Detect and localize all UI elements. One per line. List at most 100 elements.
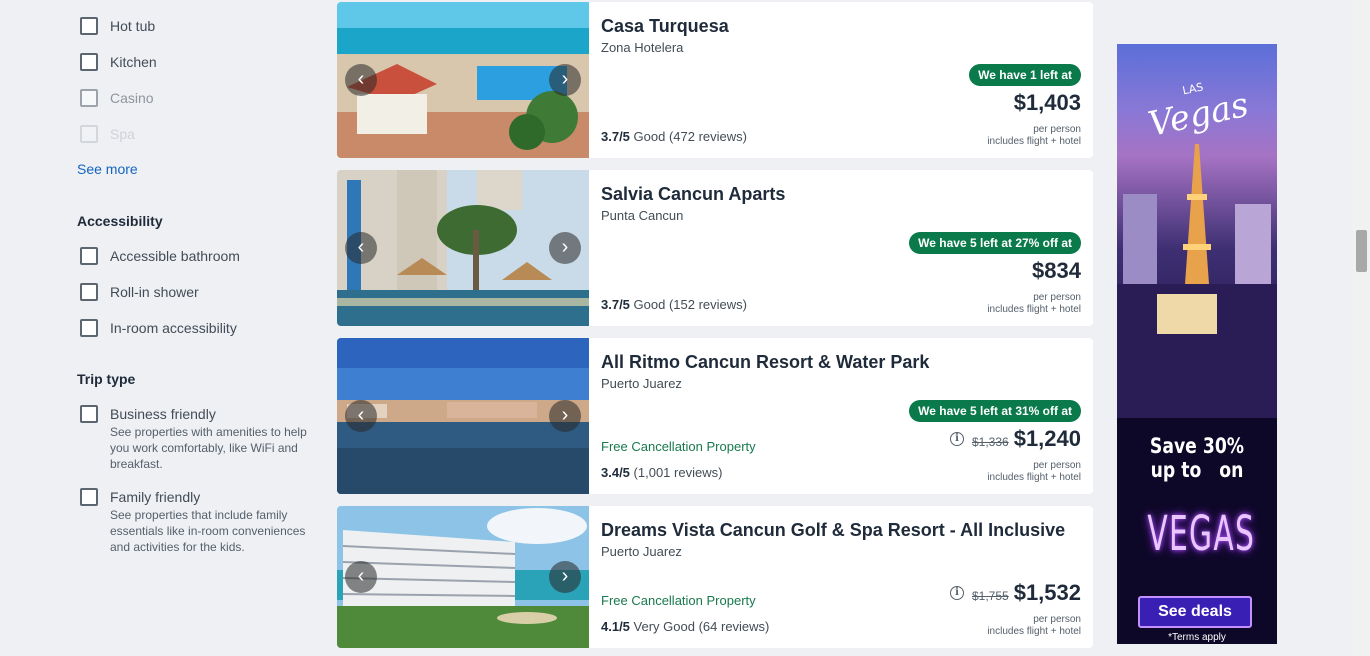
hotel-rating: 3.7/5 Good (472 reviews) [601,129,747,144]
previous-photo-button[interactable]: ‹ [345,64,377,96]
filter-casino[interactable]: Casino [80,89,154,107]
hotel-card[interactable]: ‹ › Casa Turquesa Zona Hotelera 3.7/5 Go… [337,2,1093,158]
rating-score: 3.7/5 [601,129,630,144]
checkbox[interactable] [80,125,98,143]
chevron-right-icon: › [561,565,569,587]
per-person-text: per person [1033,460,1081,471]
filter-label: Accessible bathroom [110,248,240,264]
price-line: $834 [1032,258,1081,284]
checkbox[interactable] [80,319,98,337]
price: $1,532 [1013,580,1081,605]
chevron-left-icon: ‹ [357,236,365,258]
filter-label: Roll-in shower [110,284,199,300]
ad-save-line2: up to on [1150,458,1244,482]
hotel-card[interactable]: ‹ › All Ritmo Cancun Resort & Water Park… [337,338,1093,494]
checkbox[interactable] [80,17,98,35]
price-note: per person includes flight + hotel [987,124,1081,148]
per-person-text: per person [1033,292,1081,303]
chevron-right-icon: › [561,404,569,426]
previous-photo-button[interactable]: ‹ [345,400,377,432]
vegas-ad-banner[interactable]: LAS Vegas Save 30% up to on VEGAS See de… [1117,44,1277,644]
hotel-photo[interactable]: ‹ › [337,170,589,326]
next-photo-button[interactable]: › [549,64,581,96]
price-line: i $1,336 $1,240 [950,426,1081,452]
hotel-rating: 3.4/5 (1,001 reviews) [601,465,722,480]
checkbox[interactable] [80,283,98,301]
price: $834 [1032,258,1081,283]
filter-description: See properties with amenities to help yo… [110,425,307,471]
next-photo-button[interactable]: › [549,232,581,264]
rating-score: 4.1/5 [601,619,630,634]
free-cancellation-label: Free Cancellation Property [601,439,756,454]
availability-badge: We have 5 left at 31% off at [909,400,1081,422]
ad-image: LAS Vegas [1117,44,1277,418]
scrollbar-thumb[interactable] [1356,230,1367,272]
hotel-name[interactable]: Salvia Cancun Aparts [601,184,785,205]
next-photo-button[interactable]: › [549,561,581,593]
filter-label: Business friendly [110,406,216,422]
checkbox[interactable] [80,247,98,265]
hotel-name[interactable]: Dreams Vista Cancun Golf & Spa Resort - … [601,520,1065,541]
ad-headline: VEGAS [1147,506,1256,562]
rating-text: Good (472 reviews) [633,129,747,144]
checkbox[interactable] [80,405,98,423]
ad-offer: Save 30% up to on VEGAS See deals *Terms… [1117,418,1277,644]
chevron-right-icon: › [561,68,569,90]
ad-save-line1: Save 30% [1149,434,1245,458]
filter-hot-tub[interactable]: Hot tub [80,17,155,35]
filter-accessible-bathroom[interactable]: Accessible bathroom [80,247,240,265]
rating-score: 3.7/5 [601,297,630,312]
filter-roll-in-shower[interactable]: Roll-in shower [80,283,199,301]
includes-text: includes flight + hotel [987,136,1081,147]
ad-save-text: Save 30% up to on [1131,434,1262,482]
filter-label: Kitchen [110,54,157,70]
includes-text: includes flight + hotel [987,472,1081,483]
scrollbar[interactable] [1353,0,1370,656]
rating-score: 3.4/5 [601,465,630,480]
original-price: $1,336 [972,435,1009,449]
filter-kitchen[interactable]: Kitchen [80,53,157,71]
checkbox[interactable] [80,89,98,107]
rating-text: (1,001 reviews) [633,465,723,480]
info-icon[interactable]: i [950,432,964,446]
filter-label: Spa [110,126,135,142]
hotel-location: Puerto Juarez [601,544,682,559]
per-person-text: per person [1033,124,1081,135]
next-photo-button[interactable]: › [549,400,581,432]
filter-label: Casino [110,90,154,106]
see-deals-button[interactable]: See deals [1138,596,1252,628]
info-icon[interactable]: i [950,586,964,600]
price: $1,403 [1013,90,1081,115]
rating-text: Very Good (64 reviews) [633,619,770,634]
filter-label: Family friendly [110,489,201,505]
hotel-photo[interactable]: ‹ › [337,2,589,158]
see-more-link[interactable]: See more [77,161,138,177]
filter-in-room-accessibility[interactable]: In-room accessibility [80,319,237,337]
previous-photo-button[interactable]: ‹ [345,232,377,264]
checkbox[interactable] [80,488,98,506]
includes-text: includes flight + hotel [987,304,1081,315]
price-line: $1,403 [1014,90,1081,116]
hotel-photo[interactable]: ‹ › [337,338,589,494]
hotel-location: Puerto Juarez [601,376,682,391]
hotel-photo[interactable]: ‹ › [337,506,589,648]
price-line: i $1,755 $1,532 [950,580,1081,606]
checkbox[interactable] [80,53,98,71]
previous-photo-button[interactable]: ‹ [345,561,377,593]
hotel-card[interactable]: ‹ › Dreams Vista Cancun Golf & Spa Resor… [337,506,1093,648]
price-note: per person includes flight + hotel [987,292,1081,316]
filter-spa[interactable]: Spa [80,125,135,143]
filter-label: Hot tub [110,18,156,34]
hotel-name[interactable]: Casa Turquesa [601,16,729,37]
chevron-left-icon: ‹ [357,404,365,426]
filter-business-friendly[interactable]: Business friendly See properties with am… [80,405,310,472]
hotel-name[interactable]: All Ritmo Cancun Resort & Water Park [601,352,929,373]
chevron-right-icon: › [561,236,569,258]
filter-text: Family friendly See properties that incl… [110,488,310,555]
free-cancellation-label: Free Cancellation Property [601,593,756,608]
trip-type-heading: Trip type [77,371,136,387]
includes-text: includes flight + hotel [987,626,1081,637]
hotel-card[interactable]: ‹ › Salvia Cancun Aparts Punta Cancun 3.… [337,170,1093,326]
filter-family-friendly[interactable]: Family friendly See properties that incl… [80,488,310,555]
hotel-location: Zona Hotelera [601,40,684,55]
